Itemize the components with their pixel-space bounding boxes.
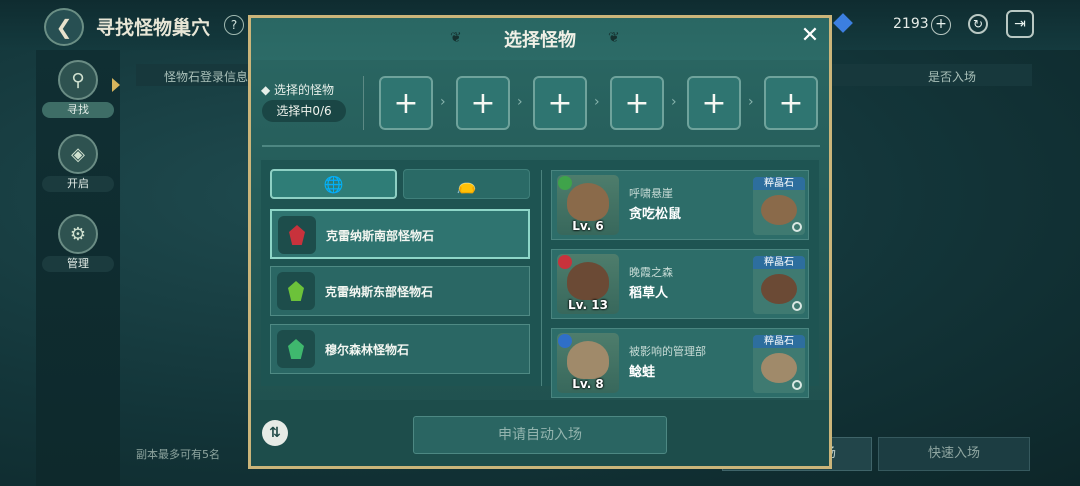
divider	[541, 170, 542, 386]
divider	[262, 145, 820, 147]
monster-portrait: Lv. 13	[557, 254, 619, 314]
chevron-right-icon: ›	[440, 94, 446, 110]
back-button[interactable]: ❮	[44, 8, 84, 46]
stone-item[interactable]: 克雷纳斯南部怪物石	[270, 209, 530, 259]
refresh-icon[interactable]: ↻	[968, 14, 988, 34]
badge-label: 粹晶石	[753, 335, 805, 348]
scarecrow-image	[567, 262, 609, 300]
stone-icon: ◈	[58, 134, 98, 174]
selected-monsters-label: ◆ 选择的怪物	[261, 83, 335, 97]
chevron-right-icon: ›	[594, 94, 600, 110]
chevron-right-icon: ›	[748, 94, 754, 110]
sidebar-item-manage[interactable]: ⚙ 管理	[40, 210, 116, 272]
monster-level: Lv. 13	[568, 298, 608, 312]
stone-name: 克雷纳斯东部怪物石	[325, 285, 434, 299]
catfish-frog-image	[567, 341, 609, 379]
monster-slot[interactable]: +	[533, 76, 587, 130]
sidebar-item-search[interactable]: ⚲ 寻找	[40, 56, 116, 118]
selected-count: 选择中0/6	[262, 100, 346, 122]
monster-slot[interactable]: +	[456, 76, 510, 130]
currency-b-value: 2193	[893, 16, 929, 32]
monster-level: Lv. 6	[572, 219, 604, 233]
monster-name: 贪吃松鼠	[629, 207, 682, 222]
sidebar-item-label: 寻找	[42, 102, 114, 118]
dialog-title: 选择怪物	[504, 30, 576, 51]
magnifier-icon	[792, 301, 802, 311]
crystal-stone-badge[interactable]: 粹晶石	[753, 335, 805, 393]
globe-icon: 🌐	[323, 174, 344, 194]
magnifier-icon	[792, 380, 802, 390]
monster-level: Lv. 8	[572, 377, 604, 391]
monster-slot[interactable]: +	[379, 76, 433, 130]
monster-name: 鲶蛙	[629, 365, 656, 380]
monster-card[interactable]: Lv. 13 晚霞之森 稻草人 粹晶石	[551, 249, 809, 319]
monster-card[interactable]: Lv. 8 被影响的管理部 鲶蛙 粹晶石	[551, 328, 809, 398]
sidebar-item-label: 开启	[42, 176, 114, 192]
water-element-icon	[558, 334, 572, 348]
add-currency-button[interactable]: +	[931, 15, 951, 35]
auto-enter-button[interactable]: 申请自动入场	[413, 416, 667, 454]
divider	[363, 76, 364, 130]
monster-portrait: Lv. 8	[557, 333, 619, 393]
magnifier-icon	[792, 222, 802, 232]
teal-gem-icon	[277, 330, 315, 368]
stone-item[interactable]: 穆尔森林怪物石	[270, 324, 530, 374]
badge-label: 粹晶石	[753, 256, 805, 269]
monster-slot[interactable]: +	[764, 76, 818, 130]
stone-name: 穆尔森林怪物石	[325, 343, 410, 357]
footer-note: 副本最多可有5名	[136, 448, 220, 461]
monster-area: 呼啸悬崖	[629, 187, 673, 200]
column-header-info: 怪物石登录信息	[164, 70, 249, 84]
chevron-right-icon: ›	[671, 94, 677, 110]
fire-element-icon	[558, 255, 572, 269]
leaf-ornament-icon: ❦	[450, 30, 462, 46]
nature-element-icon	[558, 176, 572, 190]
exit-icon[interactable]: ⇥	[1006, 10, 1034, 38]
tab-bag[interactable]: 👝	[403, 169, 530, 199]
chevron-right-icon: ›	[517, 94, 523, 110]
red-gem-icon	[278, 216, 316, 254]
leaf-ornament-icon: ❦	[608, 30, 620, 46]
magnifier-stone-icon: ⚲	[58, 60, 98, 100]
quick-enter-button[interactable]: 快速入场	[878, 437, 1030, 471]
squirrel-image	[761, 195, 797, 225]
monster-portrait: Lv. 6	[557, 175, 619, 235]
sidebar-item-open[interactable]: ◈ 开启	[40, 130, 116, 192]
monster-slot[interactable]: +	[687, 76, 741, 130]
page-title: 寻找怪物巢穴	[96, 17, 211, 39]
catfish-frog-image	[761, 353, 797, 383]
active-indicator	[112, 78, 120, 92]
help-icon[interactable]: ?	[224, 15, 244, 35]
crystal-stone-badge[interactable]: 粹晶石	[753, 256, 805, 314]
badge-label: 粹晶石	[753, 177, 805, 190]
crystal-stone-badge[interactable]: 粹晶石	[753, 177, 805, 235]
monster-name: 稻草人	[629, 286, 669, 301]
bag-icon: 👝	[456, 174, 477, 194]
gear-bag-icon: ⚙	[58, 214, 98, 254]
monster-area: 晚霞之森	[629, 266, 673, 279]
monster-card[interactable]: Lv. 6 呼啸悬崖 贪吃松鼠 粹晶石	[551, 170, 809, 240]
column-header-enter: 是否入场	[928, 70, 977, 84]
sidebar-item-label: 管理	[42, 256, 114, 272]
close-icon[interactable]: ✕	[798, 24, 822, 48]
sort-icon[interactable]: ⇅	[262, 420, 288, 446]
green-gem-icon	[277, 272, 315, 310]
monster-slot[interactable]: +	[610, 76, 664, 130]
chevron-left-icon: ❮	[55, 15, 73, 39]
stone-item[interactable]: 克雷纳斯东部怪物石	[270, 266, 530, 316]
monster-area: 被影响的管理部	[629, 345, 706, 358]
tab-globe[interactable]: 🌐	[270, 169, 397, 199]
squirrel-image	[567, 183, 609, 221]
stone-name: 克雷纳斯南部怪物石	[326, 229, 435, 243]
scarecrow-image	[761, 274, 797, 304]
